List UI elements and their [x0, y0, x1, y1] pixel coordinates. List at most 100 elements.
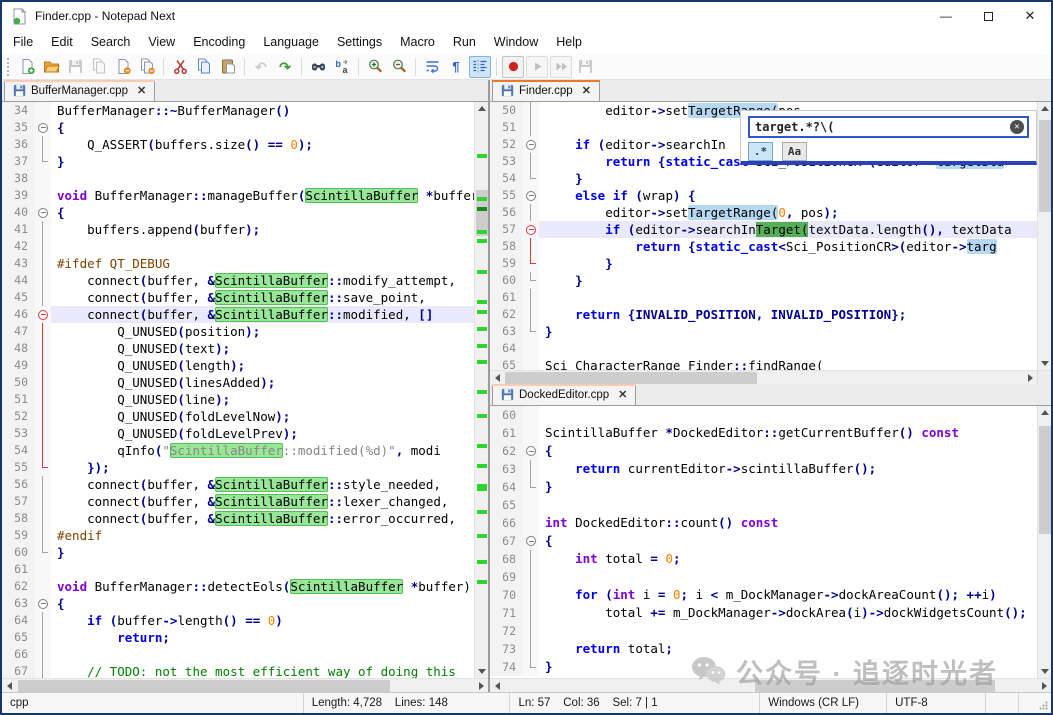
- cut-button[interactable]: [169, 56, 191, 78]
- scroll-left-icon[interactable]: [2, 679, 16, 692]
- maximize-icon[interactable]: [967, 2, 1009, 30]
- minimize-icon[interactable]: —: [925, 2, 967, 30]
- code-line-61[interactable]: 61: [2, 561, 474, 578]
- code-line-62[interactable]: 62 return {INVALID_POSITION, INVALID_POS…: [490, 306, 1037, 323]
- tab-close-icon[interactable]: ✕: [618, 388, 627, 401]
- play-macro-button[interactable]: [526, 55, 548, 78]
- scroll-right-icon[interactable]: [474, 679, 488, 692]
- toolbar-grip[interactable]: [7, 57, 12, 76]
- undo-button[interactable]: ↶: [250, 56, 272, 78]
- code-line-45[interactable]: 45 connect(buffer, &ScintillaBuffer::sav…: [2, 289, 474, 306]
- code-line-71[interactable]: 71 total += m_DockManager->dockArea(i)->…: [490, 604, 1037, 622]
- code-line-64[interactable]: 64 if (buffer->length() == 0): [2, 612, 474, 629]
- code-line-53[interactable]: 53 Q_UNUSED(foldLevelPrev);: [2, 425, 474, 442]
- copy-button[interactable]: [193, 56, 215, 78]
- code-line-56[interactable]: 56 connect(buffer, &ScintillaBuffer::sty…: [2, 476, 474, 493]
- code-line-50[interactable]: 50 Q_UNUSED(linesAdded);: [2, 374, 474, 391]
- record-macro-button[interactable]: [502, 55, 524, 78]
- code-line-43[interactable]: 43 #ifdef QT_DEBUG: [2, 255, 474, 272]
- code-line-67[interactable]: 67 // TODO: not the most efficient way o…: [2, 663, 474, 678]
- code-line-65[interactable]: 65 return;: [2, 629, 474, 646]
- code-line-66[interactable]: 66 int DockedEditor::count() const: [490, 514, 1037, 532]
- fold-marker-icon[interactable]: [523, 136, 539, 153]
- editor-finder[interactable]: 50 editor->setTargetRange(pos,5152 if (e…: [490, 102, 1051, 370]
- code-line-47[interactable]: 47 Q_UNUSED(position);: [2, 323, 474, 340]
- status-eol-mode[interactable]: Windows (CR LF): [760, 693, 888, 713]
- code-line-57[interactable]: 57 if (editor->searchInTarget(textData.l…: [490, 221, 1037, 238]
- code-line-64[interactable]: 64: [490, 340, 1037, 357]
- redo-button[interactable]: ↷: [274, 56, 296, 78]
- vscroll-thumb[interactable]: [1039, 120, 1051, 212]
- menu-item-language[interactable]: Language: [254, 32, 328, 52]
- code-line-35[interactable]: 35 {: [2, 119, 474, 136]
- menu-item-window[interactable]: Window: [485, 32, 547, 52]
- code-line-67[interactable]: 67 {: [490, 532, 1037, 550]
- code-line-70[interactable]: 70 for (int i = 0; i < m_DockManager->do…: [490, 586, 1037, 604]
- code-line-51[interactable]: 51 Q_UNUSED(line);: [2, 391, 474, 408]
- scroll-right-icon[interactable]: [1037, 679, 1051, 692]
- code-line-54[interactable]: 54 }: [490, 170, 1037, 187]
- close-file-button[interactable]: [112, 56, 134, 78]
- code-line-73[interactable]: 73 return total;: [490, 640, 1037, 658]
- hscroll-thumb[interactable]: [18, 680, 390, 692]
- code-line-64[interactable]: 64}: [490, 478, 1037, 496]
- code-line-63[interactable]: 63}: [490, 323, 1037, 340]
- code-line-39[interactable]: 39 void BufferManager::manageBuffer(Scint…: [2, 187, 474, 204]
- finder-horizontal-scrollbar[interactable]: [490, 370, 1051, 384]
- code-line-60[interactable]: 60: [490, 406, 1037, 424]
- code-line-74[interactable]: 74}: [490, 658, 1037, 676]
- find-button[interactable]: [307, 56, 329, 78]
- paste-button[interactable]: [217, 56, 239, 78]
- fold-marker-icon[interactable]: [35, 595, 51, 612]
- show-symbols-button[interactable]: ¶: [445, 56, 467, 78]
- match-case-toggle-button[interactable]: Aa: [782, 142, 807, 161]
- menu-item-macro[interactable]: Macro: [391, 32, 444, 52]
- code-line-34[interactable]: 34 BufferManager::~BufferManager(): [2, 102, 474, 119]
- menu-item-settings[interactable]: Settings: [328, 32, 391, 52]
- dockededitor-vertical-scrollbar[interactable]: [1037, 406, 1051, 678]
- zoom-out-button[interactable]: [388, 56, 410, 78]
- menu-item-edit[interactable]: Edit: [42, 32, 82, 52]
- code-line-40[interactable]: 40 {: [2, 204, 474, 221]
- save-file-button[interactable]: [64, 56, 86, 78]
- scroll-up-icon[interactable]: [475, 102, 488, 115]
- scroll-right-icon[interactable]: [1023, 371, 1037, 384]
- code-line-54[interactable]: 54 qInfo("ScintillaBuffer::modified(%d)"…: [2, 442, 474, 459]
- fold-marker-icon[interactable]: [35, 119, 51, 136]
- tab-finder[interactable]: Finder.cpp ✕: [492, 80, 600, 101]
- code-line-49[interactable]: 49 Q_UNUSED(length);: [2, 357, 474, 374]
- regex-toggle-button[interactable]: .*: [748, 142, 773, 161]
- code-line-62[interactable]: 62 void BufferManager::detectEols(Scintil…: [2, 578, 474, 595]
- scroll-down-icon[interactable]: [475, 665, 488, 678]
- code-line-66[interactable]: 66: [2, 646, 474, 663]
- save-copy-button[interactable]: [88, 56, 110, 78]
- code-line-41[interactable]: 41 buffers.append(buffer);: [2, 221, 474, 238]
- left-vertical-scrollbar[interactable]: [474, 102, 488, 678]
- code-line-58[interactable]: 58 connect(buffer, &ScintillaBuffer::err…: [2, 510, 474, 527]
- tab-dockededitor[interactable]: DockedEditor.cpp ✕: [492, 384, 637, 405]
- code-line-63[interactable]: 63 {: [2, 595, 474, 612]
- zoom-in-button[interactable]: [364, 56, 386, 78]
- menu-item-help[interactable]: Help: [547, 32, 591, 52]
- left-horizontal-scrollbar[interactable]: [2, 678, 488, 692]
- menu-item-file[interactable]: File: [4, 32, 42, 52]
- close-icon[interactable]: ✕: [1009, 2, 1051, 30]
- code-line-44[interactable]: 44 connect(buffer, &ScintillaBuffer::mod…: [2, 272, 474, 289]
- tab-buffermanager[interactable]: BufferManager.cpp ✕: [4, 80, 156, 101]
- scroll-left-icon[interactable]: [490, 371, 504, 384]
- save-macro-button[interactable]: [574, 56, 596, 78]
- search-input[interactable]: [748, 116, 1029, 138]
- scroll-down-icon[interactable]: [1038, 357, 1051, 370]
- fold-marker-icon[interactable]: [523, 221, 539, 238]
- code-line-59[interactable]: 59 #endif: [2, 527, 474, 544]
- code-line-60[interactable]: 60}: [2, 544, 474, 561]
- scroll-down-icon[interactable]: [1038, 665, 1051, 678]
- fold-marker-icon[interactable]: [523, 187, 539, 204]
- code-line-61[interactable]: 61 ScintillaBuffer *DockedEditor::getCurr…: [490, 424, 1037, 442]
- code-line-42[interactable]: 42: [2, 238, 474, 255]
- tab-close-icon[interactable]: ✕: [582, 84, 591, 97]
- code-line-63[interactable]: 63 return currentEditor->scintillaBuffer…: [490, 460, 1037, 478]
- code-line-59[interactable]: 59 }: [490, 255, 1037, 272]
- hscroll-thumb[interactable]: [505, 372, 757, 384]
- fold-marker-icon[interactable]: [35, 306, 51, 323]
